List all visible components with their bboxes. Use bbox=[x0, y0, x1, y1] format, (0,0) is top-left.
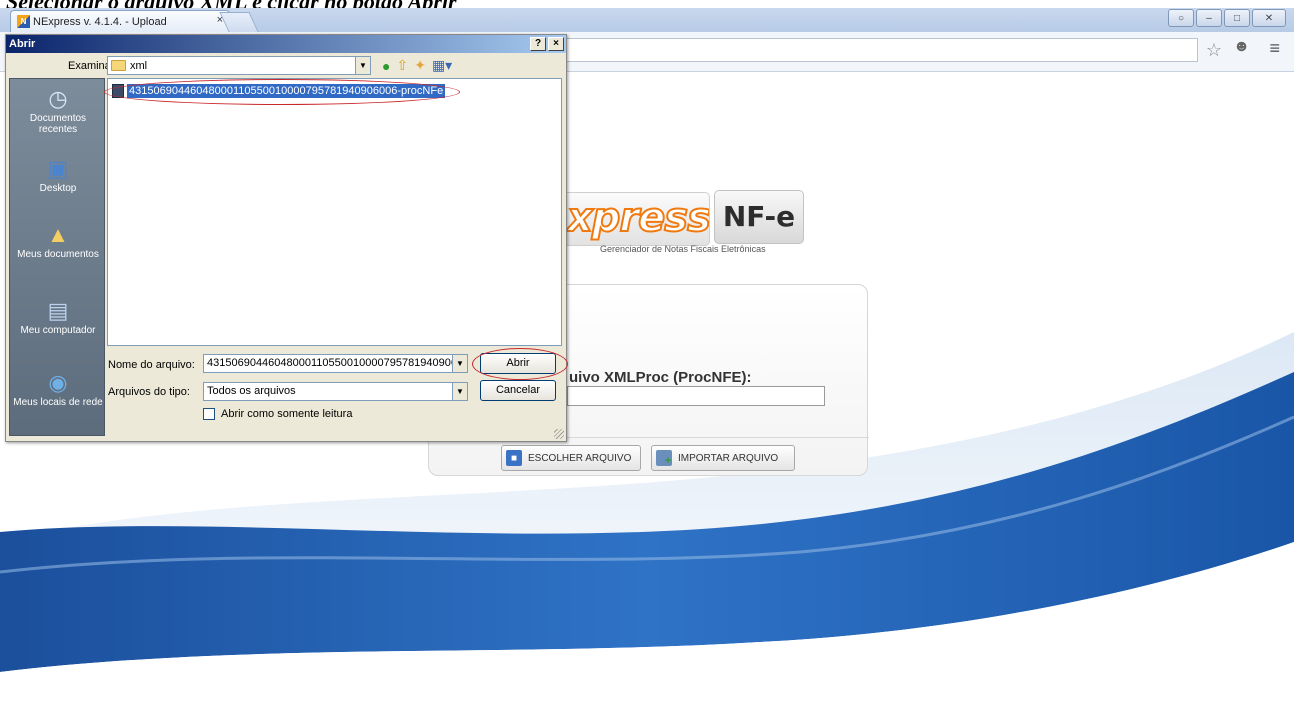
person-icon[interactable]: ☻ bbox=[1233, 38, 1250, 56]
dialog-title: Abrir bbox=[9, 38, 36, 50]
places-bar: ◷ Documentos recentes ▣ Desktop ▲ Meus d… bbox=[9, 78, 105, 436]
file-name-value: 4315069044604800011055001000079578194090… bbox=[207, 357, 467, 369]
resize-grip[interactable] bbox=[554, 429, 564, 439]
user-icon[interactable]: ○ bbox=[1168, 9, 1194, 27]
close-window-button[interactable]: ✕ bbox=[1252, 9, 1286, 27]
place-label: Documentos recentes bbox=[29, 113, 87, 135]
dialog-close-button[interactable]: × bbox=[548, 37, 564, 51]
place-desktop[interactable]: ▣ Desktop bbox=[10, 155, 106, 194]
bookmark-star-icon[interactable]: ☆ bbox=[1206, 40, 1222, 61]
choose-file-button[interactable]: ■ ESCOLHER ARQUIVO bbox=[501, 445, 641, 471]
import-file-button[interactable]: IMPORTAR ARQUIVO bbox=[651, 445, 795, 471]
dialog-title-bar[interactable]: Abrir ? × bbox=[6, 35, 566, 53]
file-name-label: Nome do arquivo: bbox=[108, 359, 195, 371]
place-label: Meus locais de rede bbox=[13, 397, 103, 408]
readonly-option[interactable]: Abrir como somente leitura bbox=[203, 408, 352, 420]
desktop-icon: ▣ bbox=[47, 155, 69, 181]
recent-documents-icon: ◷ bbox=[48, 85, 68, 111]
place-network[interactable]: ◉ Meus locais de rede bbox=[10, 369, 106, 408]
place-my-documents[interactable]: ▲ Meus documentos bbox=[10, 221, 106, 260]
folder-icon bbox=[111, 60, 126, 71]
look-in-value: xml bbox=[130, 59, 148, 72]
network-places-icon: ◉ bbox=[48, 369, 68, 395]
dialog-title-buttons: ? × bbox=[530, 37, 564, 51]
upload-arrow-icon: ■ bbox=[506, 450, 522, 466]
import-file-label: IMPORTAR ARQUIVO bbox=[678, 452, 779, 464]
place-label: Meus documentos bbox=[17, 249, 99, 260]
menu-icon[interactable]: ≡ bbox=[1269, 38, 1280, 59]
help-button[interactable]: ? bbox=[530, 37, 546, 51]
chevron-down-icon[interactable]: ▼ bbox=[452, 355, 467, 372]
look-in-combo[interactable]: xml ▼ bbox=[107, 56, 371, 75]
logo-express: xpress bbox=[560, 192, 710, 246]
dialog-nav-toolbar: ● ⇧ ✦ ▦▾ bbox=[382, 57, 452, 74]
cancel-button[interactable]: Cancelar bbox=[480, 380, 556, 401]
file-type-label: Arquivos do tipo: bbox=[108, 386, 190, 398]
browser-tab[interactable]: N NExpress v. 4.1.4. - Upload × bbox=[10, 10, 230, 32]
maximize-button[interactable]: □ bbox=[1224, 9, 1250, 27]
my-computer-icon: ▤ bbox=[47, 297, 69, 323]
open-file-dialog: Abrir ? × Examinar: xml ▼ ● ⇧ ✦ ▦▾ ◷ Doc… bbox=[5, 34, 568, 442]
logo-tagline: Gerenciador de Notas Fiscais Eletrônicas bbox=[600, 244, 766, 254]
up-folder-icon[interactable]: ⇧ bbox=[396, 57, 408, 74]
my-documents-icon: ▲ bbox=[47, 221, 69, 247]
file-highlight-ellipse bbox=[104, 79, 460, 105]
chevron-down-icon[interactable]: ▼ bbox=[355, 57, 370, 74]
upload-file-input[interactable] bbox=[567, 386, 825, 406]
logo-nfe-badge: NF-e bbox=[714, 190, 804, 244]
new-folder-icon[interactable]: ✦ bbox=[414, 57, 426, 74]
chevron-down-icon[interactable]: ▼ bbox=[452, 383, 467, 400]
tab-title: NExpress v. 4.1.4. - Upload bbox=[33, 15, 167, 28]
minimize-button[interactable]: – bbox=[1196, 9, 1222, 27]
back-icon[interactable]: ● bbox=[382, 58, 390, 74]
favicon-icon: N bbox=[17, 15, 30, 28]
file-type-select[interactable]: Todos os arquivos ▼ bbox=[203, 382, 468, 401]
file-name-input[interactable]: 4315069044604800011055001000079578194090… bbox=[203, 354, 468, 373]
import-add-icon bbox=[656, 450, 672, 466]
readonly-label: Abrir como somente leitura bbox=[221, 408, 353, 420]
browser-tab-bar: N NExpress v. 4.1.4. - Upload × ○ – □ ✕ bbox=[0, 8, 1294, 32]
file-list[interactable]: 4315069044604800011055001000079578194090… bbox=[107, 78, 562, 346]
place-label: Desktop bbox=[39, 183, 77, 194]
views-menu-icon[interactable]: ▦▾ bbox=[432, 57, 452, 74]
place-label: Meu computador bbox=[20, 325, 96, 336]
choose-file-label: ESCOLHER ARQUIVO bbox=[528, 452, 632, 464]
place-recent-documents[interactable]: ◷ Documentos recentes bbox=[10, 85, 106, 135]
readonly-checkbox[interactable] bbox=[203, 408, 215, 420]
upload-label: uivo XMLProc (ProcNFE): bbox=[569, 369, 752, 386]
place-my-computer[interactable]: ▤ Meu computador bbox=[10, 297, 106, 336]
window-controls: ○ – □ ✕ bbox=[1168, 9, 1286, 27]
open-button-highlight-ellipse bbox=[472, 348, 568, 380]
file-type-value: Todos os arquivos bbox=[207, 385, 296, 397]
